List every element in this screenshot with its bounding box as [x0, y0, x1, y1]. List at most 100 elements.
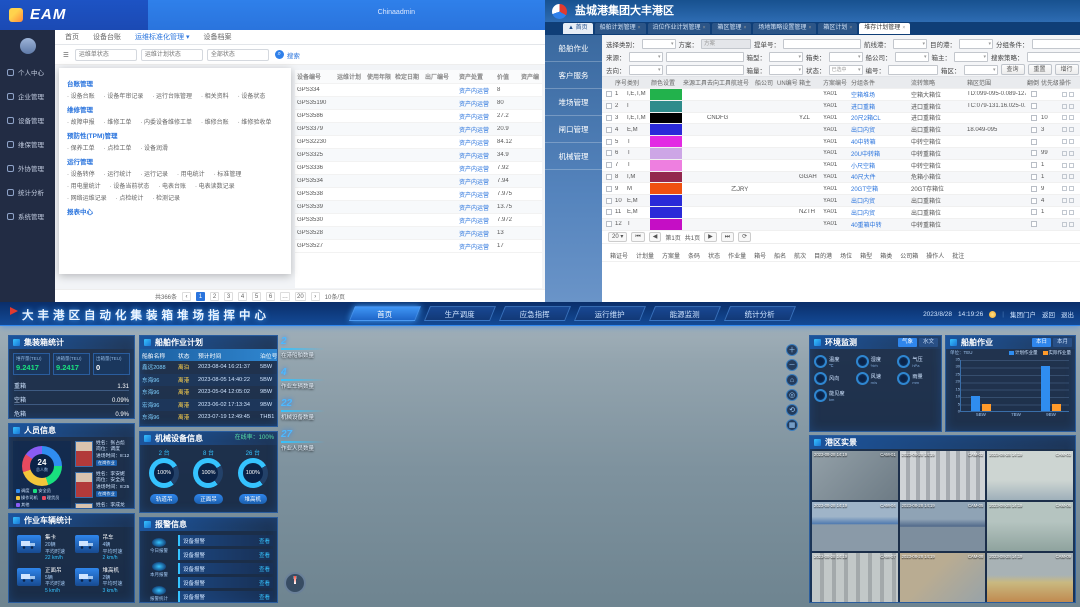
plan-table-row[interactable]: 11E,MNZTHYA01出口内贸出口重箱位1: [602, 207, 1080, 219]
row-checkbox[interactable]: [606, 209, 612, 215]
group-link[interactable]: 空箱堆场: [850, 90, 910, 99]
asset-link[interactable]: 资产内运营: [457, 229, 495, 238]
camera-feed-5[interactable]: 2023-08-28 14:19CAM-05: [900, 502, 986, 551]
vessel-row[interactable]: 东海96离港2023-07-19 12:49:45THB1: [140, 411, 277, 424]
alarm-category[interactable]: 报警统计: [144, 586, 174, 602]
view-button[interactable]: 查看: [259, 579, 270, 587]
group-link[interactable]: 40重箱中转: [850, 220, 910, 229]
group-link[interactable]: 20U中转箱: [850, 149, 910, 158]
op-icon[interactable]: [1062, 186, 1067, 191]
map-control-icon-6[interactable]: ▦: [786, 419, 798, 431]
op-icon[interactable]: [1069, 186, 1074, 191]
port-tab-7[interactable]: 堆存计划管理×: [859, 23, 910, 34]
alarm-row[interactable]: 设备报警查看: [178, 549, 273, 560]
op-icon[interactable]: [1062, 222, 1067, 227]
asset-link[interactable]: 资产内运营: [457, 242, 495, 251]
menu-item[interactable]: · 维修工单: [104, 117, 132, 126]
row-checkbox[interactable]: [606, 150, 612, 156]
flip-checkbox[interactable]: [1031, 150, 1037, 156]
page-button-2[interactable]: 2: [210, 292, 219, 301]
camera-feed-8[interactable]: 2023-08-28 14:19CAM-08: [900, 553, 986, 602]
camera-feed-6[interactable]: 2023-08-28 14:19CAM-06: [987, 502, 1073, 551]
eam-breadcrumb-4[interactable]: 设备档案: [203, 32, 231, 42]
plan-table-row[interactable]: 3I,E,T,MCNDFGYZLYA0120尺2箱CL进口重箱位10: [602, 113, 1080, 125]
op-icon[interactable]: [1069, 127, 1074, 132]
op-icon[interactable]: [1069, 115, 1074, 120]
vessel-row[interactable]: 东海96离港2023-05-04 12:05:029BW: [140, 386, 277, 399]
flip-checkbox[interactable]: [1031, 209, 1037, 215]
alarm-row[interactable]: 设备报警查看: [178, 577, 273, 588]
menu-item[interactable]: · 检测记录: [152, 193, 180, 202]
asset-link[interactable]: 资产内运营: [457, 86, 495, 95]
op-icon[interactable]: [1062, 104, 1067, 109]
menu-item[interactable]: · 点检统计: [116, 193, 144, 202]
group-link[interactable]: 20尺2箱CL: [850, 113, 910, 122]
op-icon[interactable]: [1062, 139, 1067, 144]
table-row[interactable]: GPS3336资产内运营7.92: [295, 162, 542, 175]
port-sidebar-item-1[interactable]: 船舶作业: [545, 35, 602, 62]
eam-breadcrumb-1[interactable]: 首页: [65, 32, 79, 42]
group-link[interactable]: 出口内贸: [850, 125, 910, 134]
menu-item[interactable]: · 设备润滑: [140, 143, 168, 152]
camera-feed-9[interactable]: 2023-08-28 14:19CAM-09: [987, 553, 1073, 602]
asset-link[interactable]: 资产内运营: [457, 125, 495, 134]
flip-checkbox[interactable]: [1031, 139, 1037, 145]
asset-link[interactable]: 资产内运营: [457, 164, 495, 173]
camera-feed-4[interactable]: 2023-08-28 14:19CAM-04: [812, 502, 898, 551]
row-checkbox[interactable]: [606, 127, 612, 133]
port-tab-2[interactable]: 船舶计划管理×: [595, 23, 646, 34]
menu-item[interactable]: · 运行统计: [104, 169, 132, 178]
view-button[interactable]: 查看: [259, 551, 270, 559]
menu-item[interactable]: · 设备台账: [67, 91, 95, 100]
增行-button[interactable]: 增行: [1055, 64, 1079, 75]
filter-input[interactable]: [666, 52, 744, 62]
op-icon[interactable]: [1069, 210, 1074, 215]
plan-table-row[interactable]: 12TYA0140重箱中转中转重箱位: [602, 219, 1080, 231]
flip-checkbox[interactable]: [1031, 127, 1037, 133]
asset-link[interactable]: 资产内运营: [457, 138, 495, 147]
flip-checkbox[interactable]: [1031, 221, 1037, 227]
pager-button[interactable]: ⏮: [631, 232, 644, 242]
alarm-row[interactable]: 设备报警查看: [178, 563, 273, 574]
plan-table-row[interactable]: 8I,MGGAHYA0140尺大件危箱小箱位1: [602, 172, 1080, 184]
page-button-4[interactable]: 4: [238, 292, 247, 301]
menu-item[interactable]: · 故障申报: [67, 117, 95, 126]
op-icon[interactable]: [1069, 174, 1074, 179]
alarm-category[interactable]: 本月报警: [144, 562, 174, 578]
nav-tab-5[interactable]: 能源监测: [649, 306, 721, 321]
port-sidebar-item-3[interactable]: 堆场管理: [545, 89, 602, 116]
equipment-type-button[interactable]: 正面吊: [194, 494, 223, 504]
row-checkbox[interactable]: [606, 115, 612, 121]
menu-item[interactable]: · 设备转停: [67, 169, 95, 178]
page-button-1[interactable]: 1: [196, 292, 205, 301]
table-row[interactable]: GPS3538资产内运营7.975: [295, 188, 542, 201]
plan-table-row[interactable]: 1I,E,T,MYA01空箱堆场空箱大箱位TD:099-095-0.089-12…: [602, 89, 1080, 101]
person-card[interactable]: 姓名：张占彪岗位：调度进场时间：8:12在岗作业: [75, 441, 130, 469]
flip-checkbox[interactable]: [1031, 103, 1037, 109]
port-tab-3[interactable]: 泊位作业计划管理×: [648, 23, 711, 34]
alarm-category[interactable]: 今日报警: [144, 538, 174, 554]
filter-select[interactable]: [1027, 52, 1080, 62]
close-icon[interactable]: ×: [808, 25, 811, 31]
page-button-5[interactable]: 5: [252, 292, 261, 301]
plan-table-row[interactable]: 4E,MYA01出口内贸出口重箱位18.049-0953: [602, 124, 1080, 136]
pager-button[interactable]: ⏭: [721, 232, 734, 242]
vessel-row[interactable]: 东海96离港2023-08-05 14:40:225BW: [140, 374, 277, 387]
table-row[interactable]: GPS334资产内运营8: [295, 84, 542, 97]
flip-checkbox[interactable]: [1031, 115, 1037, 121]
asset-link[interactable]: 资产内运营: [457, 177, 495, 186]
filter-select[interactable]: [629, 65, 663, 75]
menu-item[interactable]: · 运行记录: [140, 169, 168, 178]
close-icon[interactable]: ×: [638, 25, 641, 31]
page-button-3[interactable]: 3: [224, 292, 233, 301]
ops-tab-本月[interactable]: 本月: [1053, 338, 1072, 347]
asset-link[interactable]: 资产内运营: [457, 203, 495, 212]
asset-link[interactable]: 资产内运营: [457, 99, 495, 108]
group-link[interactable]: 出口内贸: [850, 196, 910, 205]
map-control-icon-5[interactable]: ⟲: [786, 404, 798, 416]
view-button[interactable]: 查看: [259, 537, 270, 545]
op-icon[interactable]: [1069, 163, 1074, 168]
menu-item[interactable]: · 设备年审记录: [104, 91, 144, 100]
filter-select[interactable]: [954, 52, 988, 62]
table-row[interactable]: GPS3534资产内运营7.94: [295, 175, 542, 188]
